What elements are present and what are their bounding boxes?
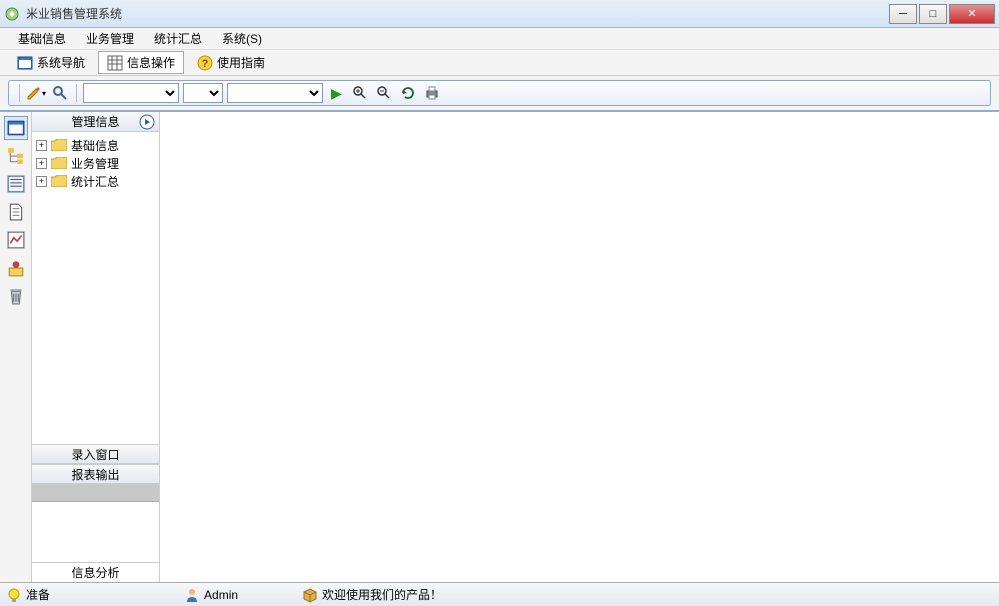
panel-title: 管理信息 (71, 113, 119, 130)
main-area: 管理信息 + 基础信息 + 业务管理 + 统计汇总 录入窗口 报表输出 信息分 (0, 111, 999, 582)
app-icon (4, 6, 20, 22)
minimize-button[interactable]: ─ (889, 4, 917, 24)
toolbar: ▾ ▶ (8, 80, 991, 106)
run-button[interactable]: ▶ (331, 85, 342, 102)
tab-info-operation[interactable]: 信息操作 (98, 51, 184, 74)
package-icon (302, 587, 318, 603)
vbtn-tree[interactable] (4, 144, 28, 168)
tab-label: 使用指南 (217, 54, 265, 71)
menubar: 基础信息 业务管理 统计汇总 系统(S) (0, 28, 999, 50)
tree-label: 统计汇总 (71, 173, 119, 190)
section-input-window[interactable]: 录入窗口 (32, 444, 159, 464)
status-text: 准备 (26, 586, 50, 603)
window-icon (7, 119, 25, 137)
document-icon (7, 203, 25, 221)
menu-basic-info[interactable]: 基础信息 (8, 28, 76, 49)
vbtn-document[interactable] (4, 200, 28, 224)
search-button[interactable] (50, 83, 70, 103)
expander-icon[interactable]: + (36, 158, 47, 169)
vertical-toolbar (0, 112, 32, 582)
tab-system-nav[interactable]: 系统导航 (8, 51, 94, 74)
section-report-output[interactable]: 报表输出 (32, 464, 159, 484)
status-text: Admin (204, 588, 238, 602)
config-icon (7, 259, 25, 277)
magnify-minus-icon (376, 85, 392, 101)
panel-header: 管理信息 (32, 112, 159, 132)
pencil-icon (26, 85, 42, 101)
combo-1[interactable] (83, 83, 179, 103)
menu-system[interactable]: 系统(S) (212, 28, 272, 49)
status-text: 欢迎使用我们的产品！ (322, 586, 442, 603)
expander-icon[interactable]: + (36, 140, 47, 151)
tree-label: 业务管理 (71, 155, 119, 172)
zoom-in-button[interactable] (350, 83, 370, 103)
folder-icon (51, 157, 67, 169)
svg-text:?: ? (202, 58, 209, 70)
folder-icon (51, 139, 67, 151)
close-button[interactable]: ✕ (949, 4, 995, 24)
status-user: Admin (184, 587, 238, 603)
play-circle-icon[interactable] (139, 114, 155, 130)
status-welcome: 欢迎使用我们的产品！ (302, 586, 442, 603)
tree-node-stats[interactable]: + 统计汇总 (34, 172, 157, 190)
tree-icon (7, 147, 25, 165)
printer-icon (424, 85, 440, 101)
panel-blank (32, 502, 159, 562)
user-icon (184, 587, 200, 603)
window-title: 米业销售管理系统 (26, 5, 887, 22)
menu-stats[interactable]: 统计汇总 (144, 28, 212, 49)
bulb-icon (6, 587, 22, 603)
content-area (160, 112, 999, 582)
search-icon (52, 85, 68, 101)
trash-icon (7, 287, 25, 305)
titlebar: 米业销售管理系统 ─ □ ✕ (0, 0, 999, 28)
status-ready: 准备 (6, 586, 50, 603)
list-icon (7, 175, 25, 193)
edit-button[interactable]: ▾ (26, 83, 46, 103)
tree-view: + 基础信息 + 业务管理 + 统计汇总 (32, 132, 159, 444)
side-panel: 管理信息 + 基础信息 + 业务管理 + 统计汇总 录入窗口 报表输出 信息分 (32, 112, 160, 582)
tab-label: 信息操作 (127, 54, 175, 71)
tree-node-business[interactable]: + 业务管理 (34, 154, 157, 172)
magnify-plus-icon (352, 85, 368, 101)
expander-icon[interactable]: + (36, 176, 47, 187)
sub-toolbar: 系统导航 信息操作 ? 使用指南 (0, 50, 999, 76)
vbtn-window[interactable] (4, 116, 28, 140)
folder-icon (51, 175, 67, 187)
tree-node-basic[interactable]: + 基础信息 (34, 136, 157, 154)
tab-user-guide[interactable]: ? 使用指南 (188, 51, 274, 74)
menu-business[interactable]: 业务管理 (76, 28, 144, 49)
window-controls: ─ □ ✕ (887, 4, 995, 24)
tree-label: 基础信息 (71, 137, 119, 154)
vbtn-config[interactable] (4, 256, 28, 280)
chart-icon (7, 231, 25, 249)
toolbar-container: ▾ ▶ (0, 76, 999, 111)
help-icon: ? (197, 55, 213, 71)
vbtn-list[interactable] (4, 172, 28, 196)
vbtn-trash[interactable] (4, 284, 28, 308)
combo-3[interactable] (227, 83, 323, 103)
zoom-out-button[interactable] (374, 83, 394, 103)
vbtn-chart[interactable] (4, 228, 28, 252)
tab-label: 系统导航 (37, 54, 85, 71)
dropdown-arrow-icon: ▾ (42, 89, 46, 98)
grid-icon (107, 55, 123, 71)
maximize-button[interactable]: □ (919, 4, 947, 24)
refresh-button[interactable] (398, 83, 418, 103)
panel-footer[interactable]: 信息分析 (32, 562, 159, 582)
refresh-icon (400, 85, 416, 101)
panel-gap (32, 484, 159, 502)
statusbar: 准备 Admin 欢迎使用我们的产品！ (0, 582, 999, 606)
print-button[interactable] (422, 83, 442, 103)
combo-2[interactable] (183, 83, 223, 103)
window-icon (17, 55, 33, 71)
